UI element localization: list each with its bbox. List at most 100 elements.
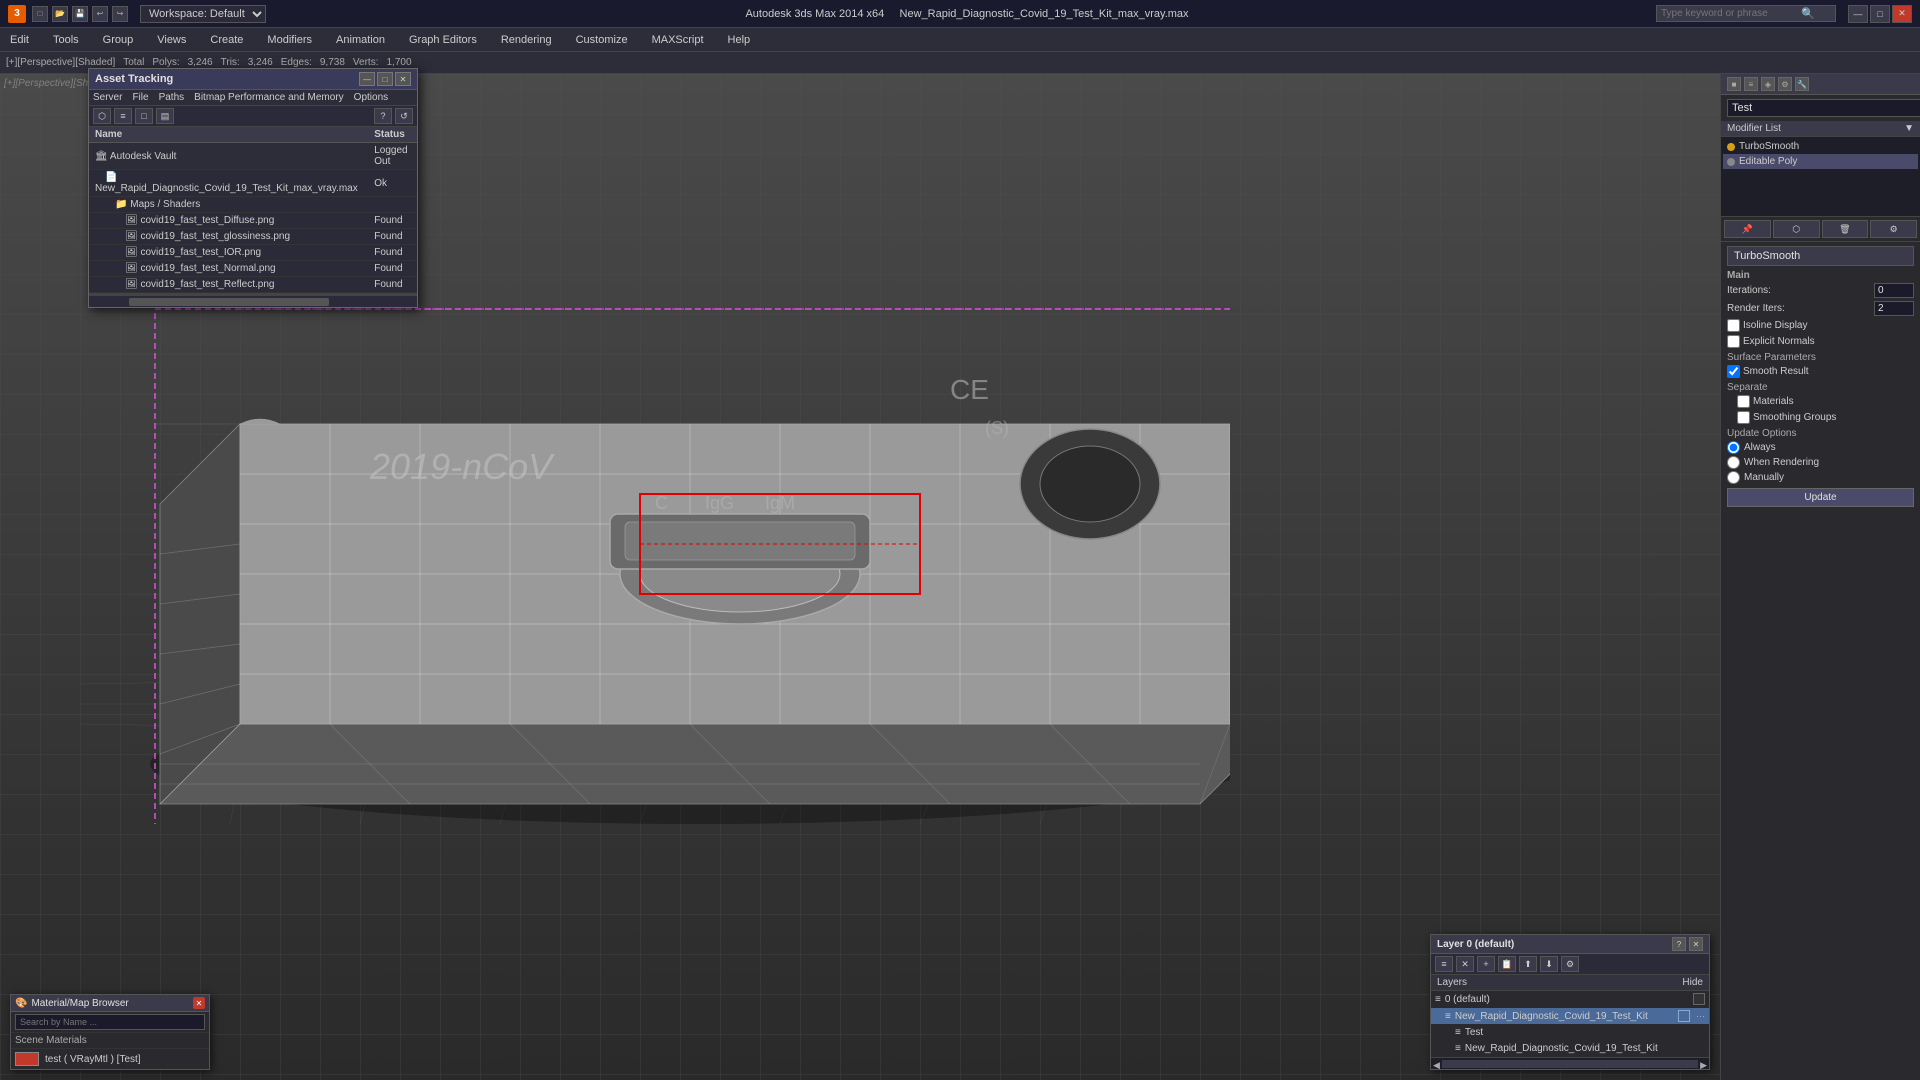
asset-tracking-maximize[interactable]: □ bbox=[377, 72, 393, 86]
layer-row-kit2[interactable]: ≡ New_Rapid_Diagnostic_Covid_19_Test_Kit bbox=[1431, 1041, 1709, 1057]
undo-icon[interactable]: ↩ bbox=[92, 6, 108, 22]
asset-tracking-minimize[interactable]: — bbox=[359, 72, 375, 86]
asset-tool-help[interactable]: ? bbox=[374, 108, 392, 124]
layer-row-kit[interactable]: ≡ New_Rapid_Diagnostic_Covid_19_Test_Kit… bbox=[1431, 1008, 1709, 1025]
iterations-input[interactable] bbox=[1874, 283, 1914, 298]
save-icon[interactable]: 💾 bbox=[72, 6, 88, 22]
layer-scrollbar[interactable]: ◀ ▶ bbox=[1431, 1057, 1709, 1069]
asset-name-diffuse: 🖼 covid19_fast_test_Diffuse.png bbox=[89, 213, 368, 229]
maximize-button[interactable]: □ bbox=[1870, 5, 1890, 23]
panel-icon-3[interactable]: ◈ bbox=[1761, 77, 1775, 91]
menu-item-help[interactable]: Help bbox=[724, 32, 755, 48]
menu-item-modifiers[interactable]: Modifiers bbox=[263, 32, 316, 48]
modifier-dot bbox=[1727, 143, 1735, 151]
menu-item-create[interactable]: Create bbox=[206, 32, 247, 48]
asset-status-vault: Logged Out bbox=[368, 143, 417, 170]
material-browser-window: 🎨 Material/Map Browser ✕ Scene Materials… bbox=[10, 994, 210, 1070]
material-item-test[interactable]: test ( VRayMtl ) [Test] bbox=[11, 1049, 209, 1069]
isoline-checkbox[interactable] bbox=[1727, 319, 1740, 332]
asset-scrollbar[interactable] bbox=[89, 295, 417, 307]
layer-scroll-left[interactable]: ◀ bbox=[1433, 1060, 1440, 1067]
menu-item-maxscript[interactable]: MAXScript bbox=[648, 32, 708, 48]
render-iters-input[interactable] bbox=[1874, 301, 1914, 316]
menu-item-customize[interactable]: Customize bbox=[572, 32, 632, 48]
asset-menu-server[interactable]: Server bbox=[93, 92, 122, 103]
layer-tool-6[interactable]: ⬇ bbox=[1540, 956, 1558, 972]
menu-item-views[interactable]: Views bbox=[153, 32, 190, 48]
table-row: 🖼 covid19_fast_test_IOR.png Found bbox=[89, 245, 417, 261]
layer-hide-checkbox-default[interactable] bbox=[1693, 993, 1705, 1005]
asset-status-glossiness: Found bbox=[368, 229, 417, 245]
explicit-normals-checkbox[interactable] bbox=[1727, 335, 1740, 348]
asset-scrollbar-thumb[interactable] bbox=[129, 298, 329, 306]
asset-tracking-close[interactable]: ✕ bbox=[395, 72, 411, 86]
app-title: Autodesk 3ds Max 2014 x64 New_Rapid_Diag… bbox=[278, 8, 1656, 20]
search-input[interactable] bbox=[1661, 8, 1801, 19]
open-icon[interactable]: 📂 bbox=[52, 6, 68, 22]
layer-close-button[interactable]: ✕ bbox=[1689, 937, 1703, 951]
asset-menu-options[interactable]: Options bbox=[354, 92, 388, 103]
asset-tool-refresh[interactable]: ↺ bbox=[395, 108, 413, 124]
layer-tool-7[interactable]: ⚙ bbox=[1561, 956, 1579, 972]
panel-icon-2[interactable]: ≡ bbox=[1744, 77, 1758, 91]
make-unique-button[interactable]: ⬡ bbox=[1773, 220, 1820, 238]
scene-materials-label: Scene Materials bbox=[15, 1035, 87, 1046]
panel-icon-5[interactable]: 🔧 bbox=[1795, 77, 1809, 91]
materials-label: Materials bbox=[1737, 395, 1794, 408]
asset-tool-3[interactable]: □ bbox=[135, 108, 153, 124]
asset-menu-bitmap[interactable]: Bitmap Performance and Memory bbox=[194, 92, 344, 103]
asset-tracking-title: Asset Tracking bbox=[95, 73, 173, 85]
remove-modifier-button[interactable]: 🗑 bbox=[1822, 220, 1869, 238]
material-browser-close[interactable]: ✕ bbox=[193, 997, 205, 1009]
layer-scrollbar-track[interactable] bbox=[1442, 1060, 1698, 1068]
when-rendering-radio[interactable] bbox=[1727, 456, 1740, 469]
layer-tool-1[interactable]: ≡ bbox=[1435, 956, 1453, 972]
asset-menu-paths[interactable]: Paths bbox=[159, 92, 185, 103]
redo-icon[interactable]: ↪ bbox=[112, 6, 128, 22]
layer-help-button[interactable]: ? bbox=[1672, 937, 1686, 951]
stack-buttons: 📌 ⬡ 🗑 ⚙ bbox=[1721, 217, 1920, 242]
search-box[interactable]: 🔍 bbox=[1656, 5, 1836, 22]
smooth-result-checkbox[interactable] bbox=[1727, 365, 1740, 378]
workspace-select[interactable]: Workspace: Default bbox=[140, 5, 266, 23]
menu-item-rendering[interactable]: Rendering bbox=[497, 32, 556, 48]
asset-tool-1[interactable]: ⬡ bbox=[93, 108, 111, 124]
menu-item-graph-editors[interactable]: Graph Editors bbox=[405, 32, 481, 48]
layer-tool-4[interactable]: 📋 bbox=[1498, 956, 1516, 972]
always-radio[interactable] bbox=[1727, 441, 1740, 454]
pin-button[interactable]: 📌 bbox=[1724, 220, 1771, 238]
layer-row-default[interactable]: ≡ 0 (default) bbox=[1431, 991, 1709, 1008]
menu-item-animation[interactable]: Animation bbox=[332, 32, 389, 48]
layer-tool-3[interactable]: + bbox=[1477, 956, 1495, 972]
modifier-name-input[interactable] bbox=[1727, 99, 1920, 117]
smoothing-groups-checkbox[interactable] bbox=[1737, 411, 1750, 424]
menu-item-edit[interactable]: Edit bbox=[6, 32, 33, 48]
smooth-result-row: Smooth Result bbox=[1727, 365, 1914, 378]
asset-menu-file[interactable]: File bbox=[132, 92, 148, 103]
new-icon[interactable]: □ bbox=[32, 6, 48, 22]
configure-button[interactable]: ⚙ bbox=[1870, 220, 1917, 238]
materials-checkbox[interactable] bbox=[1737, 395, 1750, 408]
panel-icon-4[interactable]: ⚙ bbox=[1778, 77, 1792, 91]
material-search-input[interactable] bbox=[15, 1014, 205, 1030]
smoothing-groups-row: Smoothing Groups bbox=[1737, 411, 1914, 424]
layer-tool-5[interactable]: ⬆ bbox=[1519, 956, 1537, 972]
close-button[interactable]: ✕ bbox=[1892, 5, 1912, 23]
panel-icon-1[interactable]: ■ bbox=[1727, 77, 1741, 91]
layer-hide-checkbox-kit[interactable] bbox=[1678, 1010, 1690, 1022]
manually-radio[interactable] bbox=[1727, 471, 1740, 484]
asset-table-scroll[interactable]: Name Status 🏛 Autodesk Vault Logged Out … bbox=[89, 127, 417, 295]
layer-row-test[interactable]: ≡ Test bbox=[1431, 1025, 1709, 1041]
modifier-list-dropdown[interactable]: ▼ bbox=[1904, 123, 1914, 134]
menu-item-tools[interactable]: Tools bbox=[49, 32, 83, 48]
minimize-button[interactable]: — bbox=[1848, 5, 1868, 23]
menu-item-group[interactable]: Group bbox=[99, 32, 138, 48]
smoothing-groups-label: Smoothing Groups bbox=[1737, 411, 1836, 424]
asset-tool-2[interactable]: ≡ bbox=[114, 108, 132, 124]
modifier-turbosmooth[interactable]: TurboSmooth bbox=[1723, 139, 1918, 154]
asset-tool-4[interactable]: ▤ bbox=[156, 108, 174, 124]
layer-tool-2[interactable]: ✕ bbox=[1456, 956, 1474, 972]
layer-scroll-right[interactable]: ▶ bbox=[1700, 1060, 1707, 1067]
modifier-editable-poly[interactable]: Editable Poly bbox=[1723, 154, 1918, 169]
update-button[interactable]: Update bbox=[1727, 488, 1914, 507]
